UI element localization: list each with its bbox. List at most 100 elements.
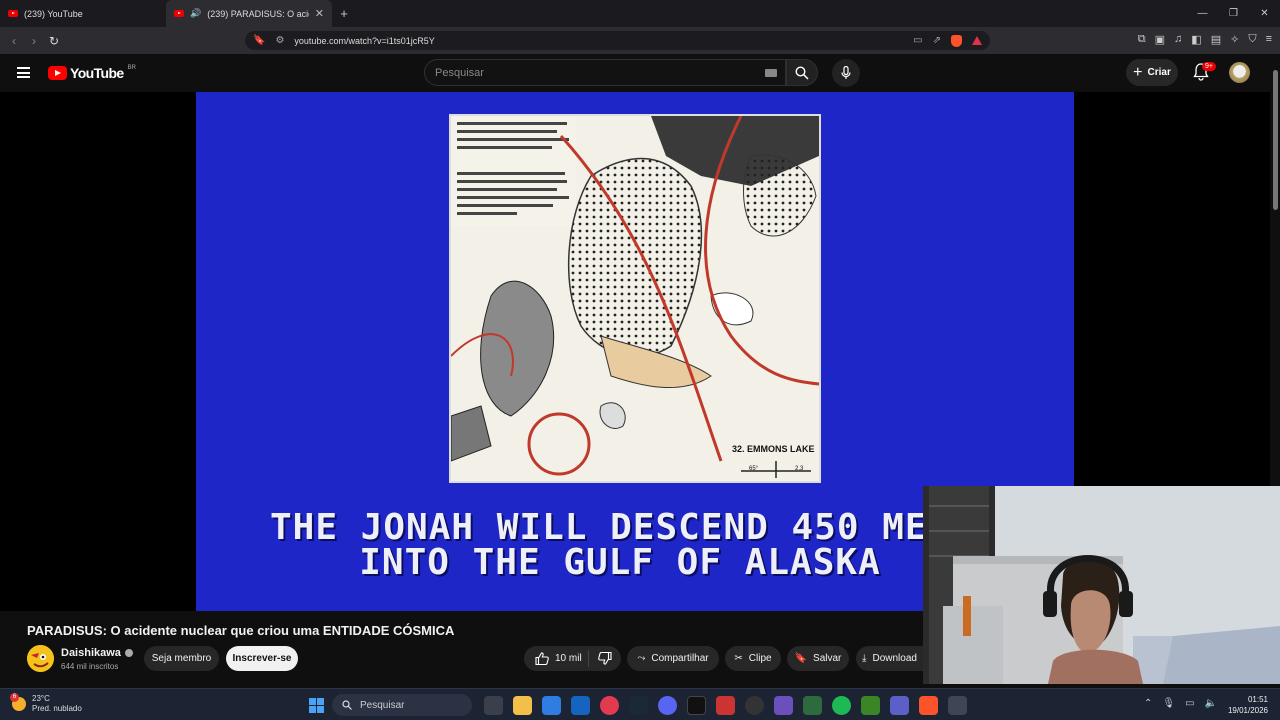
share-label: Compartilhar <box>651 653 709 664</box>
weather-widget[interactable]: 6 23°C Pred. nublado <box>10 693 82 714</box>
file-explorer-icon[interactable] <box>513 696 532 715</box>
guide-menu-icon[interactable] <box>17 67 30 78</box>
weather-desc: Pred. nublado <box>32 704 82 713</box>
reader-icon[interactable]: ▣ <box>1155 33 1165 46</box>
window-controls: — ❐ ✕ <box>1187 8 1280 19</box>
tiktok-icon[interactable] <box>687 696 706 715</box>
keyboard-icon[interactable] <box>765 68 777 77</box>
extensions-icon[interactable]: ⧉ <box>1138 33 1146 46</box>
notification-count-badge: 9+ <box>1202 62 1216 71</box>
volume-icon[interactable]: 🔈 <box>1205 698 1217 709</box>
discord-icon[interactable] <box>658 696 677 715</box>
leo-ai-icon[interactable]: ✧ <box>1230 33 1239 46</box>
cast-icon[interactable]: ▭ <box>913 35 922 46</box>
bookmark-icon[interactable]: 🔖 <box>253 35 265 46</box>
forward-button[interactable]: › <box>24 34 44 48</box>
opera-icon[interactable] <box>600 696 619 715</box>
spotify-icon[interactable] <box>832 696 851 715</box>
network-icon[interactable]: ▭ <box>1185 698 1194 709</box>
search-box[interactable] <box>424 59 786 86</box>
clip-button[interactable]: ✂ Clipe <box>725 646 781 671</box>
new-tab-button[interactable]: + <box>332 6 356 21</box>
obs-icon[interactable] <box>745 696 764 715</box>
webcam-overlay <box>923 486 1280 684</box>
plus-icon: + <box>1133 63 1143 81</box>
address-bar[interactable]: 🔖 ⚙ youtube.com/watch?v=i1ts01jcR5Y ▭ ⇗ <box>245 31 990 50</box>
security-app-icon[interactable] <box>948 696 967 715</box>
dislike-button[interactable] <box>589 652 621 665</box>
brave-browser-icon[interactable] <box>919 696 938 715</box>
create-button[interactable]: + Criar <box>1126 59 1178 86</box>
steam-icon[interactable] <box>629 696 648 715</box>
back-button[interactable]: ‹ <box>4 34 24 48</box>
browser-toolbar: ‹ › ↻ 🔖 ⚙ youtube.com/watch?v=i1ts01jcR5… <box>0 27 1280 54</box>
extension-icons: ⧉ ▣ ♫ ◧ ▤ ✧ ⛉ ≡ <box>1138 33 1272 46</box>
brave-shields-icon[interactable] <box>951 34 962 47</box>
clock-date: 19/01/2026 <box>1227 706 1268 715</box>
speaker-icon[interactable]: 🔊 <box>190 8 201 19</box>
channel-avatar[interactable] <box>27 645 54 672</box>
verified-icon <box>124 649 133 657</box>
taskbar-search[interactable]: Pesquisar <box>332 694 472 716</box>
like-count: 10 mil <box>555 653 582 664</box>
outlook-icon[interactable] <box>571 696 590 715</box>
windows-start-icon[interactable] <box>309 698 324 713</box>
clip-label: Clipe <box>748 653 772 664</box>
youtube-header: YouTube BR + Criar 9+ <box>0 54 1280 92</box>
clock-time: 01:51 <box>1247 695 1268 704</box>
map-label-scale-b: 2.3 <box>795 466 804 472</box>
system-tray: ⌃ 🎙 ▭ 🔈 <box>1144 698 1217 709</box>
scrollbar-thumb[interactable] <box>1273 70 1278 210</box>
download-button[interactable]: ⤓ Download <box>856 646 923 671</box>
like-button[interactable]: 10 mil <box>524 650 589 667</box>
voice-search-button[interactable] <box>832 59 860 87</box>
minecraft-icon[interactable] <box>861 696 880 715</box>
url-text[interactable]: youtube.com/watch?v=i1ts01jcR5Y <box>294 36 434 46</box>
account-avatar[interactable] <box>1229 62 1250 83</box>
map-label-scale-a: 65° <box>749 466 759 472</box>
video-title: PARADISUS: O acidente nuclear que criou … <box>27 623 455 638</box>
reload-button[interactable]: ↻ <box>44 34 64 48</box>
wallet-icon[interactable]: ▤ <box>1211 33 1221 46</box>
youtube-play-icon <box>48 66 67 80</box>
text-app-icon[interactable] <box>716 696 735 715</box>
vpn-icon[interactable]: ⛉ <box>1248 33 1256 46</box>
share-icon[interactable]: ⇗ <box>933 35 941 46</box>
brave-rewards-icon[interactable] <box>972 36 982 45</box>
excel-icon[interactable] <box>803 696 822 715</box>
youtube-favicon-icon <box>8 10 18 17</box>
close-tab-icon[interactable]: ✕ <box>315 7 324 20</box>
alaska-map-image: 32. EMMONS LAKE 65° 2.3 <box>449 114 821 483</box>
subscribe-button[interactable]: Inscrever-se <box>226 646 298 671</box>
tab-youtube-home[interactable]: (239) YouTube <box>0 0 166 27</box>
twitch-icon[interactable] <box>774 696 793 715</box>
site-settings-icon[interactable]: ⚙ <box>275 35 284 46</box>
youtube-logo[interactable]: YouTube BR <box>48 65 136 81</box>
close-window-button[interactable]: ✕ <box>1249 8 1280 19</box>
show-hidden-icons[interactable]: ⌃ <box>1144 698 1152 709</box>
tab-label: (239) YouTube <box>24 8 83 19</box>
tab-video[interactable]: 🔊 (239) PARADISUS: O acidente ✕ <box>166 0 332 27</box>
store-icon[interactable] <box>542 696 561 715</box>
media-icon[interactable]: ♫ <box>1174 33 1182 46</box>
thumbs-down-icon <box>598 652 612 665</box>
channel-name-text[interactable]: Daishikawa <box>61 647 121 659</box>
search-button[interactable] <box>786 59 818 86</box>
save-button[interactable]: 🔖 Salvar <box>787 646 849 671</box>
video-subtitle-caption: THE JONAH WILL DESCEND 450 METE INTO THE… <box>270 510 972 581</box>
maximize-button[interactable]: ❐ <box>1218 8 1249 19</box>
sidebar-icon[interactable]: ◧ <box>1191 33 1201 46</box>
subscribe-label: Inscrever-se <box>232 653 292 664</box>
microphone-tray-icon[interactable]: 🎙 <box>1162 698 1175 709</box>
browser-menu-icon[interactable]: ≡ <box>1266 33 1272 46</box>
taskbar-search-label: Pesquisar <box>360 699 405 711</box>
microphone-icon <box>841 66 851 79</box>
search-input[interactable] <box>435 66 755 79</box>
join-button[interactable]: Seja membro <box>144 646 219 671</box>
teams-icon[interactable] <box>890 696 909 715</box>
minimize-button[interactable]: — <box>1187 8 1218 19</box>
task-view-icon[interactable] <box>484 696 503 715</box>
channel-name[interactable]: Daishikawa <box>61 647 133 659</box>
share-button[interactable]: ⤳ Compartilhar <box>627 646 719 671</box>
system-clock[interactable]: 01:51 19/01/2026 <box>1220 694 1268 716</box>
